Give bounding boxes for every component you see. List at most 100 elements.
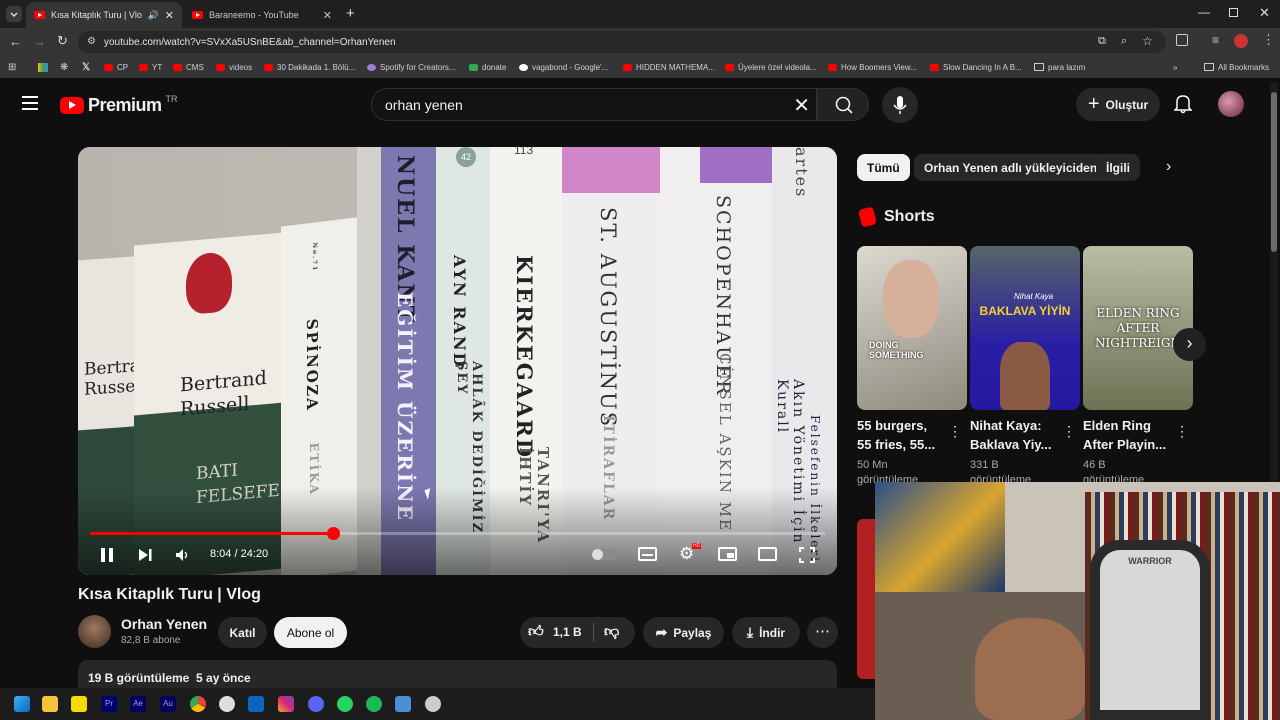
short-3-menu-icon[interactable]: ⋮ — [1175, 424, 1189, 438]
short-title-2[interactable]: Nihat Kaya: Baklava Yiy... — [970, 416, 1065, 454]
address-bar[interactable]: ⚙ youtube.com/watch?v=SVxXa5USnBE&ab_cha… — [78, 31, 1166, 53]
search-input[interactable]: orhan yenen ✕ — [371, 88, 817, 121]
chrome-icon[interactable] — [190, 696, 206, 712]
dislike-icon[interactable]: 👎︎ — [604, 623, 619, 641]
bookmark-uyelere[interactable]: Üyelere özel videola... — [725, 60, 817, 74]
miniplayer-icon[interactable] — [718, 547, 737, 561]
site-info-icon[interactable]: ⚙ — [87, 36, 96, 47]
next-video-thumbnail-edge[interactable] — [857, 519, 875, 679]
next-button[interactable] — [138, 548, 152, 562]
file-explorer-icon[interactable] — [42, 696, 58, 712]
tab-close-icon[interactable]: ✕ — [323, 9, 332, 22]
chip-related[interactable]: İlgili — [1096, 154, 1140, 181]
reload-button[interactable]: ↻ — [57, 33, 68, 49]
bookmark-hidden-mathematics[interactable]: HIDDEN MATHEMA... — [623, 60, 715, 74]
tab-search-button[interactable] — [6, 6, 22, 22]
search-button[interactable] — [817, 88, 869, 121]
hamburger-menu-icon[interactable] — [22, 96, 38, 110]
chip-all[interactable]: Tümü — [857, 154, 910, 181]
more-actions-button[interactable]: ⋯ — [807, 617, 838, 648]
audition-icon[interactable]: Au — [160, 696, 176, 712]
subscribe-button[interactable]: Abone ol — [274, 617, 347, 648]
bookmark-drive-icon[interactable] — [38, 60, 48, 74]
bookmark-spotify[interactable]: Spotify for Creators... — [367, 60, 456, 74]
puzzle-app-icon[interactable] — [395, 696, 411, 712]
profile-avatar[interactable] — [1234, 34, 1248, 48]
browser-menu-icon[interactable]: ⋮ — [1262, 32, 1275, 48]
progress-bar[interactable] — [90, 527, 825, 540]
after-effects-icon[interactable]: Ae — [130, 696, 146, 712]
discord-icon[interactable] — [308, 696, 324, 712]
bookmark-star-icon[interactable]: ☆ — [1142, 34, 1153, 48]
scrollbar-thumb[interactable] — [1271, 92, 1277, 252]
media-control-icon[interactable]: ≡ — [1212, 33, 1219, 47]
cast-icon[interactable]: ⧉ — [1098, 35, 1106, 48]
bookmarks-overflow-icon[interactable]: » — [1173, 60, 1177, 74]
theater-mode-icon[interactable] — [758, 547, 777, 561]
tab-active[interactable]: Kısa Kitaplık Turu | Vlog - Yo 🔊 ✕ — [26, 2, 182, 28]
minimize-button[interactable]: — — [1198, 5, 1210, 19]
all-bookmarks[interactable]: All Bookmarks — [1204, 60, 1269, 74]
channel-avatar[interactable] — [78, 615, 111, 648]
bookmark-x-icon[interactable]: 𝕏 — [82, 60, 90, 74]
apps-grid-icon[interactable]: ⊞ — [8, 60, 16, 74]
short-thumbnail-1[interactable]: DOING SOMETHING — [857, 246, 967, 410]
short-title-1[interactable]: 55 burgers, 55 fries, 55... — [857, 416, 952, 454]
bookmark-folder-para-lazim[interactable]: para lazım — [1034, 60, 1085, 74]
like-icon[interactable]: 👍︎ — [528, 623, 544, 641]
subtitles-icon[interactable] — [638, 547, 657, 561]
windows-start-icon[interactable] — [14, 696, 30, 712]
create-button[interactable]: + Oluştur — [1076, 88, 1160, 121]
zoom-icon[interactable]: ⌕ — [1121, 35, 1127, 48]
premiere-pro-icon[interactable]: Pr — [101, 696, 117, 712]
short-1-menu-icon[interactable]: ⋮ — [948, 424, 962, 438]
pause-button[interactable] — [100, 547, 114, 563]
chip-from-uploader[interactable]: Orhan Yenen adlı yükleyiciden — [914, 154, 1108, 181]
bookmark-slow-dancing[interactable]: Slow Dancing In A B... — [930, 60, 1022, 74]
maximize-button[interactable] — [1229, 8, 1238, 17]
bookmark-cms[interactable]: CMS — [173, 60, 204, 74]
bookmark-vagabond[interactable]: vagabond - Google'... — [519, 60, 608, 74]
bookmark-donate[interactable]: donate — [469, 60, 506, 74]
tab-close-icon[interactable]: ✕ — [165, 9, 174, 22]
short-thumbnail-2[interactable]: Nihat Kaya BAKLAVA YİYİN — [970, 246, 1080, 410]
short-thumbnail-3[interactable]: ELDEN RING AFTER NIGHTREIGN — [1083, 246, 1193, 410]
shorts-next-button[interactable]: › — [1173, 328, 1206, 361]
video-player[interactable]: Bertrand Russell Bertrand Russell BATI F… — [78, 147, 837, 575]
bookmark-30-dakikada[interactable]: 30 Dakikada 1. Bölü... — [264, 60, 355, 74]
user-avatar[interactable] — [1218, 91, 1244, 117]
notifications-button[interactable] — [1174, 94, 1192, 114]
recorder-icon[interactable] — [425, 696, 441, 712]
download-button[interactable]: ⤓ İndir — [732, 617, 800, 648]
volume-button[interactable] — [175, 548, 191, 562]
tab-inactive[interactable]: Baraneemo - YouTube ✕ — [184, 2, 340, 28]
bookmark-openai-icon[interactable]: ❋ — [60, 60, 68, 74]
bookmark-yt[interactable]: YT — [139, 60, 162, 74]
spotify-icon[interactable] — [366, 696, 382, 712]
youtube-premium-logo[interactable]: Premium TR — [60, 94, 178, 116]
chips-next-icon[interactable]: › — [1166, 158, 1171, 176]
extensions-icon[interactable] — [1176, 34, 1188, 46]
bookmark-videos[interactable]: videos — [216, 60, 252, 74]
fullscreen-button[interactable] — [799, 547, 815, 563]
like-count[interactable]: 1,1 B — [553, 625, 582, 639]
autoplay-toggle[interactable] — [592, 549, 618, 560]
outlook-icon[interactable] — [248, 696, 264, 712]
clear-search-icon[interactable]: ✕ — [793, 93, 810, 118]
window-close-button[interactable]: ✕ — [1259, 5, 1270, 21]
whatsapp-icon[interactable] — [337, 696, 353, 712]
bookmark-boomers[interactable]: How Boomers View... — [828, 60, 917, 74]
bookmark-cp[interactable]: CP — [104, 60, 128, 74]
sticky-notes-icon[interactable] — [71, 696, 87, 712]
forward-button[interactable]: → — [33, 34, 46, 49]
short-2-menu-icon[interactable]: ⋮ — [1062, 424, 1076, 438]
voice-search-button[interactable] — [882, 87, 918, 123]
channel-name[interactable]: Orhan Yenen — [121, 616, 207, 632]
share-button[interactable]: ➦ Paylaş — [643, 617, 724, 648]
short-title-3[interactable]: Elden Ring After Playin... — [1083, 416, 1178, 454]
progress-scrubber[interactable] — [326, 527, 340, 540]
speaker-icon[interactable]: 🔊 — [148, 10, 159, 21]
clock-app-icon[interactable] — [219, 696, 235, 712]
join-button[interactable]: Katıl — [218, 617, 267, 648]
instagram-icon[interactable] — [278, 696, 294, 712]
